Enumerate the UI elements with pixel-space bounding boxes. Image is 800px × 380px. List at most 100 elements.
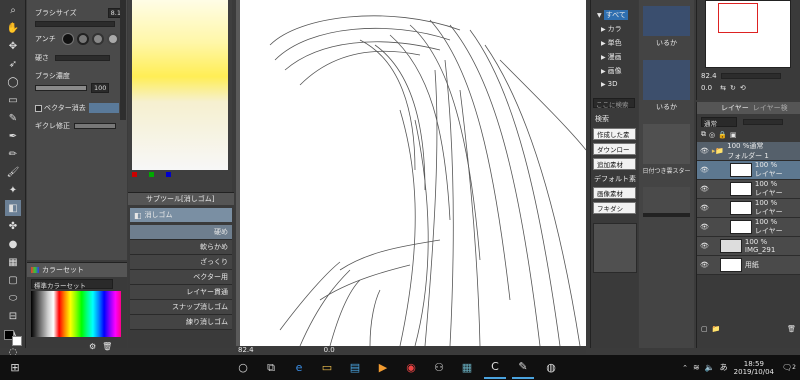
brush-tool-icon[interactable]: 🖌 bbox=[5, 164, 21, 180]
navigator-rotate-value[interactable]: 0.0 bbox=[701, 84, 712, 92]
material-tag-button[interactable]: ダウンロー bbox=[593, 143, 636, 155]
tool-property-scrollbar[interactable] bbox=[120, 0, 126, 120]
reference-icon[interactable]: ◎ bbox=[709, 131, 715, 139]
cortana-icon[interactable]: ○ bbox=[232, 357, 254, 379]
airbrush-tool-icon[interactable]: ✦ bbox=[5, 182, 21, 198]
blue-swatch-icon[interactable] bbox=[166, 172, 171, 177]
windows-start-icon[interactable]: ⊞ bbox=[4, 357, 26, 379]
task-view-icon[interactable]: ⧉ bbox=[260, 357, 282, 379]
visibility-icon[interactable]: 👁 bbox=[700, 223, 709, 231]
material-tree-item[interactable]: 3D bbox=[608, 80, 618, 88]
aa-weak-button[interactable] bbox=[76, 33, 89, 45]
color-grid[interactable] bbox=[132, 0, 228, 170]
material-tree-item[interactable]: 画像 bbox=[608, 66, 622, 76]
subtool-item[interactable]: ざっくり bbox=[130, 255, 232, 270]
subtool-item[interactable]: 練り消しゴム bbox=[130, 315, 232, 330]
colorset-grid[interactable] bbox=[31, 291, 121, 337]
navigator-rotate-icon[interactable]: ↻ bbox=[730, 84, 736, 92]
eyedropper-tool-icon[interactable]: ✎ bbox=[5, 110, 21, 126]
lock-icon[interactable]: 🔒 bbox=[718, 131, 727, 139]
navigator-zoom-slider[interactable] bbox=[720, 73, 781, 79]
pencil-tool-icon[interactable]: ✏ bbox=[5, 146, 21, 162]
clock-time[interactable]: 18:59 bbox=[744, 360, 764, 368]
canvas-area[interactable]: 82.4 0.0 bbox=[236, 0, 586, 354]
frame-tool-icon[interactable]: ⬭ bbox=[5, 290, 21, 306]
operation-tool-icon[interactable]: ➶ bbox=[5, 56, 21, 72]
move-tool-icon[interactable]: ✥ bbox=[5, 38, 21, 54]
media-icon[interactable]: ▶ bbox=[372, 357, 394, 379]
figure-tool-icon[interactable]: ▢ bbox=[5, 272, 21, 288]
material-thumbnail[interactable] bbox=[643, 6, 690, 36]
navigator-flip-icon[interactable]: ⇆ bbox=[720, 84, 726, 92]
density-value[interactable]: 100 bbox=[91, 83, 110, 93]
layer-row[interactable]: 👁 100 % レイヤー bbox=[697, 218, 800, 237]
material-tag-button[interactable]: 画像素材 bbox=[593, 187, 636, 199]
hand-tool-icon[interactable]: ✋ bbox=[5, 20, 21, 36]
chrome-icon[interactable]: ◉ bbox=[400, 357, 422, 379]
clip-icon[interactable]: ⧉ bbox=[701, 130, 706, 139]
notification-icon[interactable]: 🗨 bbox=[782, 363, 792, 372]
navigator-reset-icon[interactable]: ⟲ bbox=[740, 84, 746, 92]
gradient-tool-icon[interactable]: ▦ bbox=[5, 254, 21, 270]
visibility-icon[interactable]: 👁 bbox=[700, 242, 709, 250]
navigator-zoom-value[interactable]: 82.4 bbox=[701, 72, 717, 80]
mask-icon[interactable]: ▣ bbox=[730, 131, 737, 139]
material-thumbnail[interactable] bbox=[643, 187, 690, 217]
tree-expand-icon[interactable]: ▶ bbox=[601, 81, 606, 88]
blend-tool-icon[interactable]: ✤ bbox=[5, 218, 21, 234]
tree-expand-icon[interactable]: ▶ bbox=[601, 54, 606, 61]
tree-expand-icon[interactable]: ▶ bbox=[601, 26, 606, 33]
material-tree-item[interactable]: 漫画 bbox=[608, 52, 622, 62]
blend-mode-select[interactable]: 通常 bbox=[701, 117, 737, 128]
tree-expand-icon[interactable]: ▶ bbox=[601, 40, 606, 47]
aa-none-button[interactable] bbox=[61, 33, 74, 45]
subtool-item[interactable]: 硬め bbox=[130, 225, 232, 240]
fill-tool-icon[interactable]: ● bbox=[5, 236, 21, 252]
edge-icon[interactable]: e bbox=[288, 357, 310, 379]
canvas-paper[interactable] bbox=[240, 0, 586, 346]
zoom-tool-icon[interactable]: ⌕ bbox=[5, 2, 21, 18]
canvas-zoom-value[interactable]: 82.4 bbox=[238, 346, 254, 354]
subtool-item[interactable]: 軟らかめ bbox=[130, 240, 232, 255]
navigator-preview[interactable] bbox=[705, 0, 791, 68]
pen-tool-icon[interactable]: ✒ bbox=[5, 128, 21, 144]
select-tool-icon[interactable]: ▭ bbox=[5, 92, 21, 108]
canvas-rotation-value[interactable]: 0.0 bbox=[324, 346, 335, 354]
clip-studio-icon[interactable]: C bbox=[484, 357, 506, 379]
hardness-slider[interactable] bbox=[55, 55, 110, 61]
new-layer-icon[interactable]: ▢ bbox=[701, 325, 708, 333]
subtool-item[interactable]: スナップ消しゴム bbox=[130, 300, 232, 315]
layer-row[interactable]: 👁 100 % レイヤー bbox=[697, 180, 800, 199]
tree-expand-icon[interactable]: ▶ bbox=[601, 68, 606, 75]
explorer-icon[interactable]: ▭ bbox=[316, 357, 338, 379]
ime-indicator[interactable]: あ bbox=[720, 362, 728, 373]
ruler-tool-icon[interactable]: ⊟ bbox=[5, 308, 21, 324]
vector-erase-mode-icon[interactable] bbox=[88, 103, 119, 113]
tray-up-icon[interactable]: ⌃ bbox=[682, 364, 688, 372]
visibility-icon[interactable]: 👁 bbox=[700, 147, 709, 155]
aa-mid-button[interactable] bbox=[91, 33, 104, 45]
visibility-icon[interactable]: 👁 bbox=[700, 261, 709, 269]
store-icon[interactable]: ▤ bbox=[344, 357, 366, 379]
visibility-icon[interactable]: 👁 bbox=[700, 185, 709, 193]
visibility-icon[interactable]: 👁 bbox=[700, 204, 709, 212]
navigator-viewport[interactable] bbox=[718, 3, 758, 33]
aa-strong-button[interactable] bbox=[106, 33, 119, 45]
wifi-icon[interactable]: ≋ bbox=[693, 363, 700, 372]
colorset-settings-icon[interactable]: ⚙ bbox=[89, 342, 96, 351]
material-root-label[interactable]: すべて bbox=[603, 10, 628, 20]
subtool-item[interactable]: ベクター用 bbox=[130, 270, 232, 285]
material-tag-button[interactable]: 追加素材 bbox=[593, 158, 636, 170]
app-icon[interactable]: ⚇ bbox=[428, 357, 450, 379]
layer-row[interactable]: 👁 ▸📁 100 %通常 フォルダー 1 bbox=[697, 142, 800, 161]
delete-layer-icon[interactable]: 🗑 bbox=[787, 325, 796, 333]
material-thumbnail[interactable] bbox=[643, 60, 690, 100]
density-slider[interactable] bbox=[35, 85, 87, 91]
layer-row[interactable]: 👁 100 % IMG_291 bbox=[697, 237, 800, 256]
lasso-tool-icon[interactable]: ◯ bbox=[5, 74, 21, 90]
layer-row[interactable]: 👁 用紙 bbox=[697, 256, 800, 275]
new-folder-icon[interactable]: 📁 bbox=[712, 325, 721, 333]
volume-icon[interactable]: 🔈 bbox=[705, 363, 715, 372]
colorset-dropdown[interactable]: 標準カラーセット bbox=[31, 279, 113, 290]
photo-icon[interactable]: ▦ bbox=[456, 357, 478, 379]
